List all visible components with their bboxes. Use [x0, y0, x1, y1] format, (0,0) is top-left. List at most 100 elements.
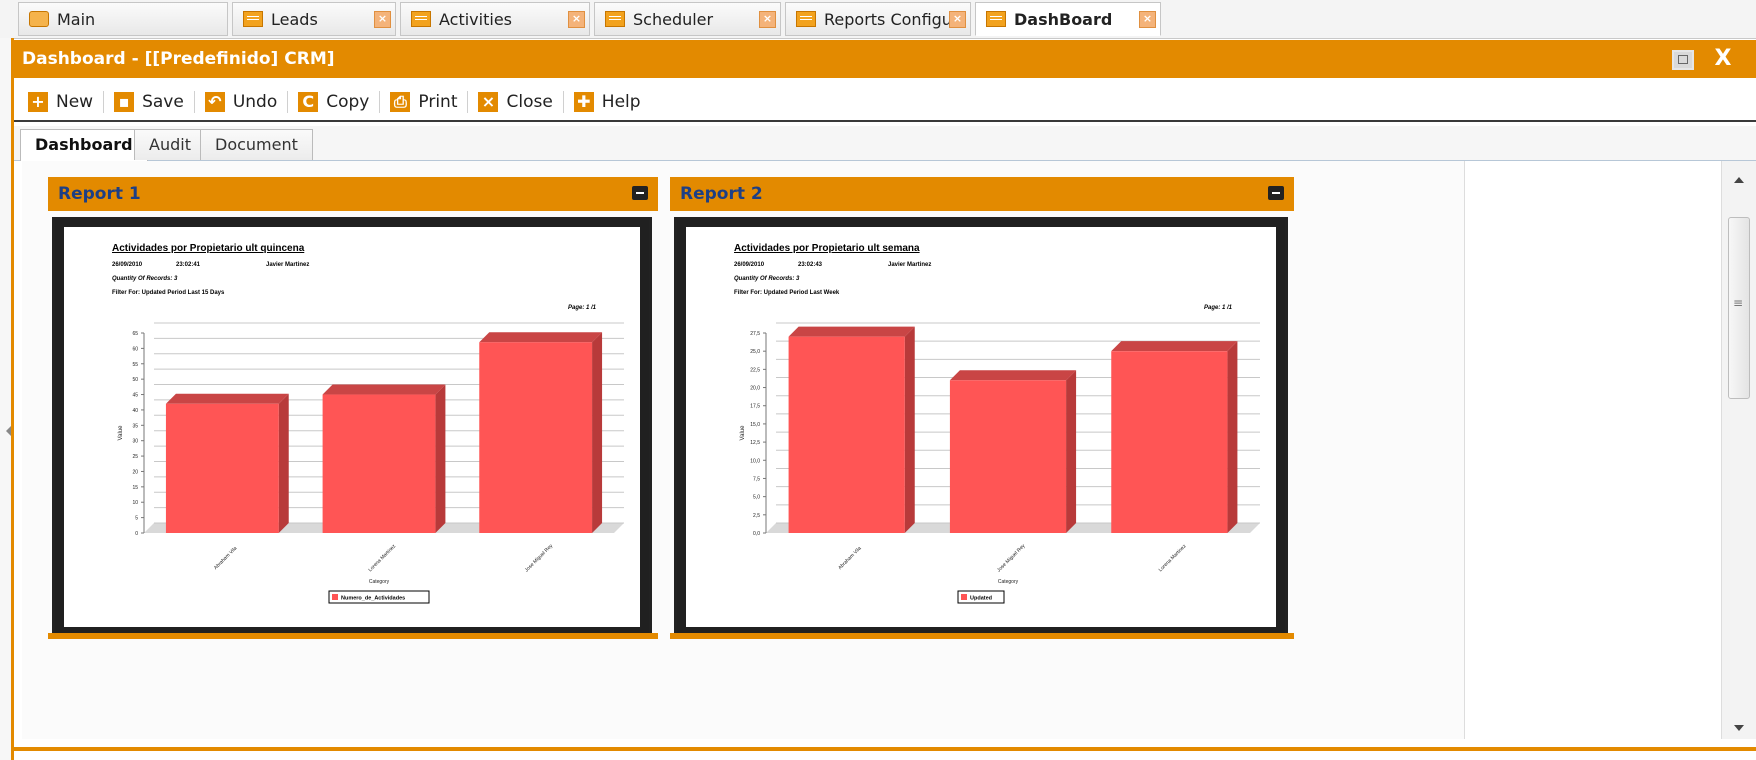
- subtab-label: Dashboard: [35, 135, 133, 154]
- y-tick-label: 35: [132, 423, 138, 429]
- tab-label: DashBoard: [1014, 9, 1113, 29]
- legend-label: Numero_de_Actividades: [341, 596, 405, 602]
- y-tick-label: 10: [132, 500, 138, 506]
- scroll-thumb[interactable]: [1728, 217, 1750, 399]
- copy-button[interactable]: C Copy: [298, 91, 381, 113]
- y-tick-label: 60: [132, 346, 138, 352]
- report-2-chart: Actividades por Propietario ult semana 26…: [734, 243, 1260, 604]
- report-filter: Filter For: Updated Period Last 15 Days: [112, 290, 225, 296]
- x-axis-label: Category: [369, 579, 390, 585]
- x-tick-label: Jose Miguel Rey: [996, 543, 1027, 574]
- bar-top: [479, 332, 603, 343]
- grid-icon: [986, 11, 1006, 27]
- x-tick-label: Lorena Martinez: [1158, 543, 1188, 573]
- y-tick-label: 25: [132, 454, 138, 460]
- grid-icon: [605, 11, 625, 27]
- undo-button[interactable]: ↶ Undo: [204, 91, 289, 113]
- tab-audit[interactable]: Audit: [134, 129, 206, 160]
- bar: [788, 336, 905, 533]
- minimize-icon[interactable]: [1268, 186, 1284, 200]
- y-tick-label: 40: [132, 408, 138, 414]
- report-title: Report 2: [680, 184, 763, 204]
- minimize-icon[interactable]: [632, 186, 648, 200]
- close-tab-icon[interactable]: ×: [568, 11, 585, 28]
- y-tick-label: 27,5: [750, 331, 760, 337]
- y-tick-label: 45: [132, 393, 138, 399]
- tab-scheduler[interactable]: Scheduler ×: [594, 2, 781, 36]
- y-tick-label: 5: [135, 516, 138, 522]
- bar-top: [165, 393, 289, 404]
- window-title: Dashboard - [[Predefinido] CRM]: [22, 49, 335, 69]
- tab-dashboard[interactable]: DashBoard ×: [975, 2, 1161, 36]
- y-axis-label: Value: [118, 425, 124, 441]
- scroll-up-icon[interactable]: [1734, 177, 1744, 183]
- report-time: 23:02:41: [176, 262, 201, 268]
- report-2-footer: [670, 633, 1294, 639]
- left-collapse-bar[interactable]: [0, 38, 14, 760]
- report-filter: Filter For: Updated Period Last Week: [734, 290, 840, 296]
- y-tick-label: 15: [132, 485, 138, 491]
- save-button[interactable]: ▪ Save: [114, 91, 195, 113]
- tab-main[interactable]: Main: [18, 2, 228, 36]
- x-tick-label: Lorena Martinez: [367, 543, 397, 573]
- report-1-viewer: Actividades por Propietario ult quincena…: [52, 217, 652, 637]
- tab-label: Leads: [271, 9, 318, 29]
- y-tick-label: 15,0: [750, 422, 760, 428]
- y-tick-label: 7,5: [753, 476, 760, 482]
- plus-icon: +: [28, 92, 48, 112]
- bottom-accent-line: [14, 747, 1756, 751]
- close-tab-icon[interactable]: ×: [374, 11, 391, 28]
- undo-label: Undo: [232, 92, 278, 112]
- print-button[interactable]: ⎙ Print: [390, 91, 469, 113]
- subtab-label: Audit: [149, 135, 191, 154]
- close-tab-icon[interactable]: ×: [1139, 11, 1156, 28]
- report-doc-title: Actividades por Propietario ult semana: [734, 243, 920, 254]
- report-page: Page: 1 /1: [1204, 305, 1233, 311]
- dashboard-content: Report 1 Actividades por Propietario ult…: [14, 161, 1756, 760]
- y-tick-label: 55: [132, 362, 138, 368]
- save-label: Save: [142, 92, 184, 112]
- print-label: Print: [418, 92, 458, 112]
- restore-window-button[interactable]: [1668, 46, 1698, 72]
- close-tab-icon[interactable]: ×: [949, 11, 966, 28]
- bar-top: [949, 370, 1077, 381]
- toolbar: + New ▪ Save ↶ Undo C Copy ⎙ Print × Close ✚ He…: [14, 84, 1756, 122]
- report-owner: Javier Martinez: [888, 262, 931, 268]
- tab-dashboard-view[interactable]: Dashboard: [20, 129, 148, 161]
- vertical-scrollbar[interactable]: [1721, 161, 1756, 739]
- bar: [322, 394, 436, 533]
- report-2-paper: Actividades por Propietario ult semana 26…: [686, 227, 1276, 627]
- tab-leads[interactable]: Leads ×: [232, 2, 396, 36]
- report-time: 23:02:43: [798, 262, 823, 268]
- main-icon: [29, 11, 49, 27]
- top-tab-bar: Main Leads × Activities × Scheduler × Re…: [0, 0, 1756, 39]
- tab-document[interactable]: Document: [200, 129, 313, 160]
- bar: [479, 342, 593, 533]
- bar-side: [592, 332, 603, 533]
- close-tab-icon[interactable]: ×: [759, 11, 776, 28]
- help-button[interactable]: ✚ Help: [573, 91, 651, 113]
- y-tick-label: 22,5: [750, 367, 760, 373]
- new-label: New: [56, 92, 94, 112]
- y-tick-label: 12,5: [750, 440, 760, 446]
- tab-label: Scheduler: [633, 9, 714, 29]
- report-records: Quantity Of Records: 3: [112, 276, 178, 282]
- bar-side: [904, 326, 915, 533]
- bar: [165, 403, 279, 533]
- report-1-footer: [48, 633, 658, 639]
- bar-side: [435, 384, 446, 533]
- new-button[interactable]: + New: [28, 91, 105, 113]
- report-page: Page: 1 /1: [568, 305, 597, 311]
- close-window-button[interactable]: X: [1708, 46, 1738, 72]
- y-tick-label: 20,0: [750, 386, 760, 392]
- y-axis-label: Value: [740, 425, 746, 441]
- close-icon: X: [1714, 46, 1732, 71]
- collapse-arrow-icon[interactable]: [6, 426, 11, 436]
- tab-activities[interactable]: Activities ×: [400, 2, 590, 36]
- report-owner: Javier Martinez: [266, 262, 309, 268]
- tab-reports-configurator[interactable]: Reports Configurato ×: [785, 2, 971, 36]
- bar-side: [1066, 370, 1077, 533]
- close-button[interactable]: × Close: [478, 91, 564, 113]
- scroll-down-icon[interactable]: [1734, 725, 1744, 731]
- tab-label: Main: [57, 9, 96, 29]
